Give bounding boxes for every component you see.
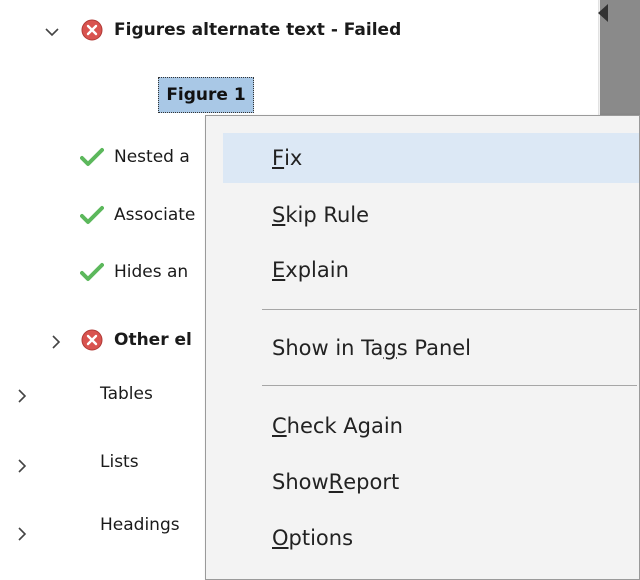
tree-item-headings[interactable]: Headings bbox=[100, 515, 180, 535]
tree-item-figures-alt-text[interactable]: Figures alternate text - Failed bbox=[80, 18, 401, 42]
menu-item-options[interactable]: Options bbox=[206, 513, 639, 563]
tree-item-figure-1[interactable]: Figure 1 bbox=[158, 77, 254, 113]
context-menu: Fix Skip Rule Explain Show in Ta g s Panel… bbox=[205, 115, 640, 580]
menu-separator bbox=[262, 309, 637, 310]
tree-item-label: Lists bbox=[100, 452, 139, 472]
check-icon bbox=[80, 203, 104, 227]
tree-item-label: Headings bbox=[100, 515, 180, 535]
chevron-right-icon[interactable] bbox=[12, 524, 32, 544]
tree-item-label: Nested a bbox=[114, 147, 190, 167]
failed-status-icon bbox=[80, 18, 104, 42]
chevron-down-icon[interactable] bbox=[42, 22, 62, 42]
menu-item-fix[interactable]: Fix bbox=[223, 133, 639, 183]
tree-item-tables[interactable]: Tables bbox=[100, 384, 153, 404]
menu-item-explain[interactable]: Explain bbox=[206, 245, 639, 295]
tree-item-label: Associate bbox=[114, 205, 196, 225]
check-icon bbox=[80, 145, 104, 169]
tree-item-other-elements[interactable]: Other el bbox=[80, 328, 192, 352]
tree-item-passed-rule[interactable]: Associate bbox=[80, 203, 195, 227]
check-icon bbox=[80, 260, 104, 284]
chevron-right-icon[interactable] bbox=[12, 386, 32, 406]
chevron-right-icon[interactable] bbox=[12, 456, 32, 476]
tree-item-label: Hides an bbox=[114, 262, 189, 282]
tree-item-label: Other el bbox=[114, 330, 192, 350]
tree-item-label: Figures alternate text - Failed bbox=[114, 20, 402, 40]
menu-item-show-report[interactable]: Show Report bbox=[206, 457, 639, 507]
menu-separator bbox=[262, 385, 637, 386]
menu-item-check-again[interactable]: Check Again bbox=[206, 401, 639, 451]
scroll-up-arrow-icon[interactable] bbox=[598, 4, 608, 22]
tree-item-passed-rule[interactable]: Hides an bbox=[80, 260, 188, 284]
menu-item-show-in-tags-panel[interactable]: Show in Ta g s Panel bbox=[206, 323, 639, 373]
tree-item-label: Tables bbox=[100, 384, 153, 404]
tree-item-passed-rule[interactable]: Nested a bbox=[80, 145, 190, 169]
chevron-right-icon[interactable] bbox=[46, 332, 66, 352]
menu-item-skip-rule[interactable]: Skip Rule bbox=[206, 190, 639, 240]
failed-status-icon bbox=[80, 328, 104, 352]
tree-item-lists[interactable]: Lists bbox=[100, 452, 139, 472]
